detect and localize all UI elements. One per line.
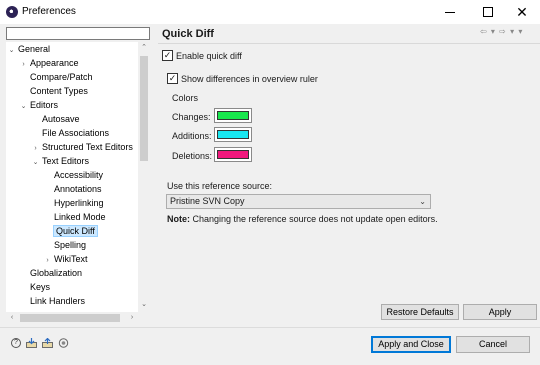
scroll-up-arrow-icon[interactable]: ⌃ (138, 42, 150, 54)
tree-item[interactable]: Globalization (19, 267, 82, 280)
additions-label: Additions: (172, 131, 212, 141)
help-icon[interactable]: ? (11, 338, 21, 348)
show-in-ruler-checkbox[interactable]: ✓ (167, 73, 178, 84)
filter-input[interactable] (6, 27, 150, 40)
eclipse-app-icon (6, 6, 18, 18)
collapsed-chevron-icon[interactable]: › (19, 58, 28, 71)
close-button[interactable]: ✕ (504, 0, 540, 24)
tree-item[interactable]: Spelling (43, 239, 86, 252)
tree-item-label: Structured Text Editors (42, 142, 133, 152)
maximize-icon (483, 7, 493, 17)
expanded-chevron-icon[interactable]: ⌄ (19, 100, 28, 113)
tree-item-label: Appearance (30, 58, 79, 68)
tree-item[interactable]: ⌄ Editors (19, 99, 58, 112)
preferences-link-icon[interactable] (58, 338, 69, 348)
tree-item[interactable]: File Associations (31, 127, 109, 140)
window-title: Preferences (22, 6, 76, 17)
apply-and-close-button[interactable]: Apply and Close (371, 336, 451, 353)
scroll-right-arrow-icon[interactable]: › (126, 312, 138, 324)
header-separator (158, 43, 540, 44)
tree-item-label: Autosave (42, 114, 80, 124)
changes-color-swatch (217, 111, 249, 120)
collapsed-chevron-icon[interactable]: › (43, 254, 52, 267)
tree-item-label: Compare/Patch (30, 72, 93, 82)
enable-quick-diff-checkbox[interactable]: ✓ (162, 50, 173, 61)
show-in-ruler-row[interactable]: ✓ Show differences in overview ruler (167, 73, 318, 84)
tree-item[interactable]: Quick Diff (43, 225, 98, 238)
reference-source-select[interactable]: Pristine SVN Copy ⌄ (166, 194, 431, 209)
show-in-ruler-label: Show differences in overview ruler (181, 73, 318, 84)
tree-item-label: Hyperlinking (54, 198, 104, 208)
restore-defaults-button[interactable]: Restore Defaults (381, 304, 459, 320)
chevron-down-icon: ⌄ (419, 197, 426, 206)
additions-color-swatch (217, 130, 249, 139)
tree-item-label: Text Editors (42, 156, 90, 166)
preferences-tree: ⌄ General › Appearance Compare/Patch Content … (6, 42, 150, 312)
horizontal-scroll-thumb[interactable] (20, 314, 120, 322)
changes-label: Changes: (172, 112, 211, 122)
tree-item-label: General (18, 44, 51, 54)
tree-item-label: Globalization (30, 268, 83, 278)
tree-item[interactable]: Autosave (31, 113, 80, 126)
reference-source-value: Pristine SVN Copy (170, 196, 245, 206)
tree-item[interactable]: Accessibility (43, 169, 103, 182)
tree-item[interactable]: Hyperlinking (43, 197, 104, 210)
tree-item[interactable]: Annotations (43, 183, 102, 196)
checkmark-icon: ✓ (163, 50, 172, 60)
minimize-icon (445, 11, 455, 13)
reference-source-label: Use this reference source: (167, 181, 273, 191)
minimize-button[interactable] (432, 0, 468, 24)
note-body: Changing the reference source does not u… (190, 214, 438, 224)
additions-color-button[interactable] (214, 127, 252, 142)
cancel-button[interactable]: Cancel (456, 336, 530, 353)
tree-item[interactable]: Link Handlers (19, 295, 85, 308)
collapsed-chevron-icon[interactable]: › (31, 142, 40, 155)
tree-item-label: WikiText (54, 254, 88, 264)
expanded-chevron-icon[interactable]: ⌄ (31, 156, 40, 169)
tree-item-label: Link Handlers (30, 296, 86, 306)
tree-item-label: Quick Diff (53, 225, 98, 237)
tree-item-label: Keys (30, 282, 51, 292)
changes-color-button[interactable] (214, 108, 252, 123)
tree-item[interactable]: › WikiText (43, 253, 88, 267)
note-text: Note: Changing the reference source does… (167, 214, 438, 224)
close-icon: ✕ (516, 4, 528, 20)
tree-item[interactable]: Compare/Patch (19, 71, 93, 84)
deletions-color-button[interactable] (214, 147, 252, 162)
vertical-scroll-thumb[interactable] (140, 56, 148, 161)
deletions-label: Deletions: (172, 151, 213, 161)
tree-item[interactable]: › Structured Text Editors (31, 141, 133, 154)
checkmark-icon: ✓ (168, 73, 177, 83)
expanded-chevron-icon[interactable]: ⌄ (7, 44, 16, 57)
page-title: Quick Diff (162, 28, 214, 40)
deletions-color-swatch (217, 150, 249, 159)
tree-item[interactable]: ⌄ Text Editors (31, 155, 89, 168)
tree-item-label: Linked Mode (54, 212, 106, 222)
import-icon[interactable] (26, 338, 37, 348)
tree-item[interactable]: Content Types (19, 85, 88, 98)
enable-quick-diff-label: Enable quick diff (176, 50, 242, 61)
tree-item-label: File Associations (42, 128, 110, 138)
tree-item[interactable]: Keys (19, 281, 50, 294)
apply-button[interactable]: Apply (463, 304, 537, 320)
tree-item-label: Accessibility (54, 170, 104, 180)
note-bold-label: Note: (167, 214, 190, 224)
scroll-left-arrow-icon[interactable]: ‹ (6, 312, 18, 324)
maximize-button[interactable] (470, 0, 506, 24)
tree-item[interactable]: › Appearance (19, 57, 79, 71)
history-nav-arrows[interactable]: ⇦ ▾ ⇨ ▾ ▾ (480, 27, 523, 36)
enable-quick-diff-row[interactable]: ✓ Enable quick diff (162, 50, 242, 61)
tree-item[interactable]: Linked Mode (43, 211, 106, 224)
tree-item-label: Content Types (30, 86, 88, 96)
footer-separator (0, 327, 540, 328)
tree-item[interactable]: ⌄ General (7, 43, 50, 56)
tree-item-label: Spelling (54, 240, 87, 250)
scroll-down-arrow-icon[interactable]: ⌄ (138, 299, 150, 311)
tree-item-label: Annotations (54, 184, 102, 194)
tree-item-label: Editors (30, 100, 59, 110)
export-icon[interactable] (42, 338, 53, 348)
colors-group-title: Colors (172, 93, 199, 103)
